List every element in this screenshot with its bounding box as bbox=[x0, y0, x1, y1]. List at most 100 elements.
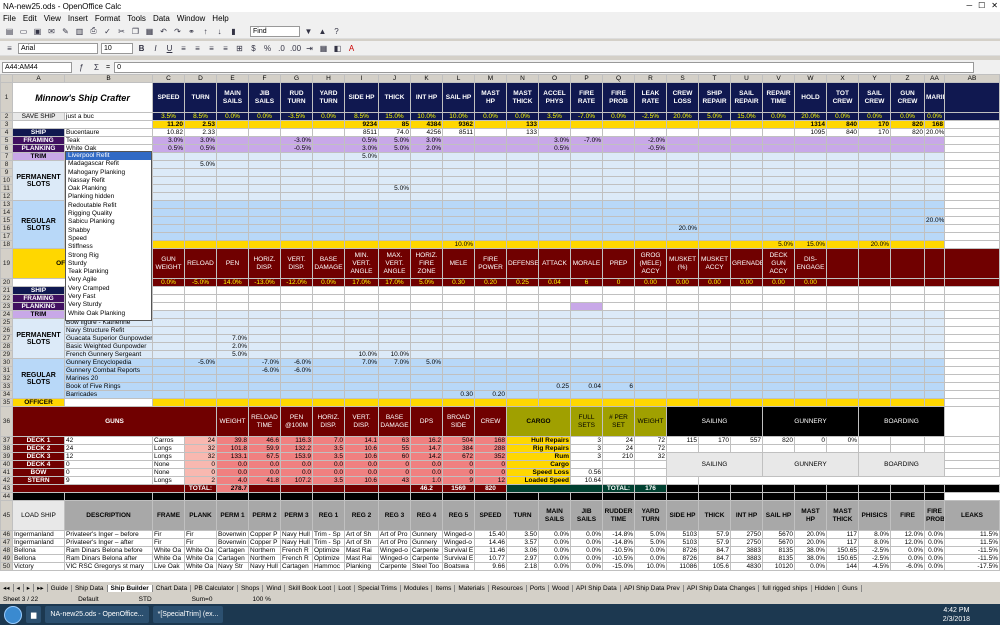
saved-ship-cell[interactable]: Hammoc bbox=[312, 562, 345, 571]
font-size-field[interactable]: 10 bbox=[101, 42, 133, 54]
saved-ship-cell[interactable]: 84.7 bbox=[698, 546, 731, 555]
save-icon[interactable]: ▣ bbox=[32, 26, 43, 37]
saved-ship-cell[interactable]: 5670 bbox=[762, 530, 795, 539]
dropdown-option[interactable]: Liverpool Refit bbox=[66, 152, 151, 161]
cargo-per-set[interactable] bbox=[602, 468, 635, 477]
saved-ship-cell[interactable]: 117 bbox=[826, 538, 859, 547]
borders-icon[interactable]: ▦ bbox=[318, 43, 329, 54]
cell[interactable] bbox=[944, 286, 1000, 295]
column-header[interactable]: A bbox=[12, 74, 65, 83]
gun-count-select[interactable]: 24 bbox=[64, 444, 153, 453]
menu-window[interactable]: Window bbox=[177, 14, 205, 23]
dropdown-option[interactable]: Nassay Refit bbox=[66, 177, 151, 185]
cell[interactable] bbox=[944, 120, 1000, 129]
cell[interactable] bbox=[944, 382, 1000, 391]
saved-ship-cell[interactable]: Trim - Sp bbox=[312, 538, 345, 547]
saved-ship-cell[interactable]: 117 bbox=[826, 530, 859, 539]
saved-ship-cell[interactable]: 4830 bbox=[730, 562, 763, 571]
sheet-tab[interactable]: Items bbox=[432, 584, 456, 592]
column-header[interactable]: B bbox=[64, 74, 153, 83]
align-right-icon[interactable]: ≡ bbox=[206, 43, 217, 54]
saved-ship-cell[interactable]: Survival E bbox=[442, 546, 475, 555]
cell[interactable] bbox=[944, 82, 1000, 113]
currency-icon[interactable]: $ bbox=[248, 43, 259, 54]
saved-ship-cell[interactable]: -14.8% bbox=[602, 530, 635, 539]
dropdown-option[interactable]: Very Agile bbox=[66, 276, 151, 284]
sheet-tab[interactable]: API Ship Data Prev bbox=[621, 584, 684, 592]
sheet-tab[interactable]: Loot bbox=[335, 584, 355, 592]
saved-ship-cell[interactable]: -11.5% bbox=[944, 546, 1000, 555]
saved-ship-cell[interactable]: 57.9 bbox=[698, 538, 731, 547]
saved-ship-cell[interactable]: Bovenwin bbox=[216, 538, 249, 547]
row-header-18[interactable]: 18 bbox=[0, 240, 13, 249]
row-header-41[interactable]: 41 bbox=[0, 468, 13, 477]
menu-edit[interactable]: Edit bbox=[23, 14, 37, 23]
saved-ship-cell[interactable]: 15.40 bbox=[474, 530, 507, 539]
cell[interactable] bbox=[944, 160, 1000, 169]
cell[interactable] bbox=[944, 436, 1000, 445]
saved-ship-cell[interactable]: -2.5% bbox=[858, 546, 891, 555]
menu-format[interactable]: Format bbox=[95, 14, 120, 23]
saved-ship-cell[interactable]: 144 bbox=[826, 562, 859, 571]
saved-ship-cell[interactable]: 0.0% bbox=[890, 554, 925, 563]
sheet-tab[interactable]: Wood bbox=[549, 584, 573, 592]
cell[interactable] bbox=[730, 444, 763, 453]
styles-icon[interactable]: ≡ bbox=[4, 43, 15, 54]
saved-ship-cell[interactable]: White Oa bbox=[152, 546, 185, 555]
saved-ship-cell[interactable]: 38.0% bbox=[794, 554, 827, 563]
row-header-38[interactable]: 38 bbox=[0, 444, 13, 453]
saved-ship-cell[interactable]: Navy Hull bbox=[248, 562, 281, 571]
sheet-tab[interactable]: PB Calculator bbox=[191, 584, 238, 592]
sheet-tab[interactable]: Resources bbox=[489, 584, 527, 592]
column-header[interactable]: Q bbox=[602, 74, 635, 83]
saved-ship-cell[interactable]: 2.18 bbox=[506, 562, 539, 571]
gun-type-select[interactable]: Longs bbox=[152, 452, 185, 461]
sheet-tab[interactable]: Hidden bbox=[812, 584, 840, 592]
dropdown-option[interactable]: Madagascar Refit bbox=[66, 160, 151, 168]
row-header-15[interactable]: 15 bbox=[0, 216, 13, 225]
saved-ship-cell[interactable]: Survival E bbox=[442, 554, 475, 563]
row-header-2[interactable]: 2 bbox=[0, 112, 13, 121]
saved-ship-cell[interactable]: White Oa bbox=[184, 562, 217, 571]
formula-input[interactable]: 0 bbox=[114, 61, 975, 73]
cell[interactable] bbox=[944, 136, 1000, 145]
button-boarding[interactable]: BOARDING bbox=[858, 452, 945, 477]
saved-ship-cell[interactable]: Art of Pro bbox=[378, 538, 411, 547]
row-header-7[interactable]: 7 bbox=[0, 152, 13, 161]
find-input[interactable]: Find bbox=[250, 25, 300, 37]
cell[interactable] bbox=[944, 240, 1000, 249]
gun-type-select[interactable]: Longs bbox=[152, 476, 185, 485]
column-header[interactable]: Y bbox=[858, 74, 891, 83]
saved-ship-cell[interactable]: Copper P bbox=[248, 530, 281, 539]
sheet-tab[interactable]: Guns bbox=[839, 584, 862, 592]
saved-ship-cell[interactable]: 0.0% bbox=[924, 530, 945, 539]
column-header[interactable]: AB bbox=[944, 74, 1000, 83]
tab-sailing[interactable]: SAILING bbox=[666, 406, 763, 437]
cell[interactable] bbox=[826, 444, 859, 453]
sheet-tab[interactable]: Special Trims bbox=[355, 584, 401, 592]
cell[interactable] bbox=[944, 168, 1000, 177]
cell[interactable] bbox=[944, 444, 1000, 453]
font-color-icon[interactable]: A bbox=[346, 43, 357, 54]
dropdown-option[interactable]: Mahogany Planking bbox=[66, 169, 151, 177]
print-icon[interactable]: ⎙ bbox=[88, 26, 99, 37]
dropdown-option[interactable]: White Oak Planking bbox=[66, 310, 151, 318]
cell[interactable] bbox=[944, 350, 1000, 359]
row-header-11[interactable]: 11 bbox=[0, 184, 13, 193]
saved-ship-cell[interactable]: Art of Pro bbox=[378, 530, 411, 539]
paste-icon[interactable]: ▦ bbox=[144, 26, 155, 37]
sheet-tab[interactable]: Wind bbox=[263, 584, 286, 592]
column-header[interactable]: L bbox=[442, 74, 475, 83]
saved-ship-cell[interactable]: Privateer's Inger – after bbox=[64, 538, 153, 547]
sheet-tab[interactable]: API Ship Data Changes bbox=[684, 584, 760, 592]
name-box[interactable]: A44:AM44 bbox=[2, 61, 72, 73]
row-header-8[interactable]: 8 bbox=[0, 160, 13, 169]
column-header[interactable]: T bbox=[698, 74, 731, 83]
saved-ship-cell[interactable]: Trim - Sp bbox=[312, 530, 345, 539]
saved-ship-cell[interactable]: Gunnery bbox=[410, 530, 443, 539]
saved-ship-cell[interactable]: 57.9 bbox=[698, 530, 731, 539]
cell[interactable] bbox=[944, 406, 1000, 437]
cell[interactable] bbox=[944, 192, 1000, 201]
menu-file[interactable]: File bbox=[3, 14, 16, 23]
saved-ship-cell[interactable]: 0.0% bbox=[570, 562, 603, 571]
